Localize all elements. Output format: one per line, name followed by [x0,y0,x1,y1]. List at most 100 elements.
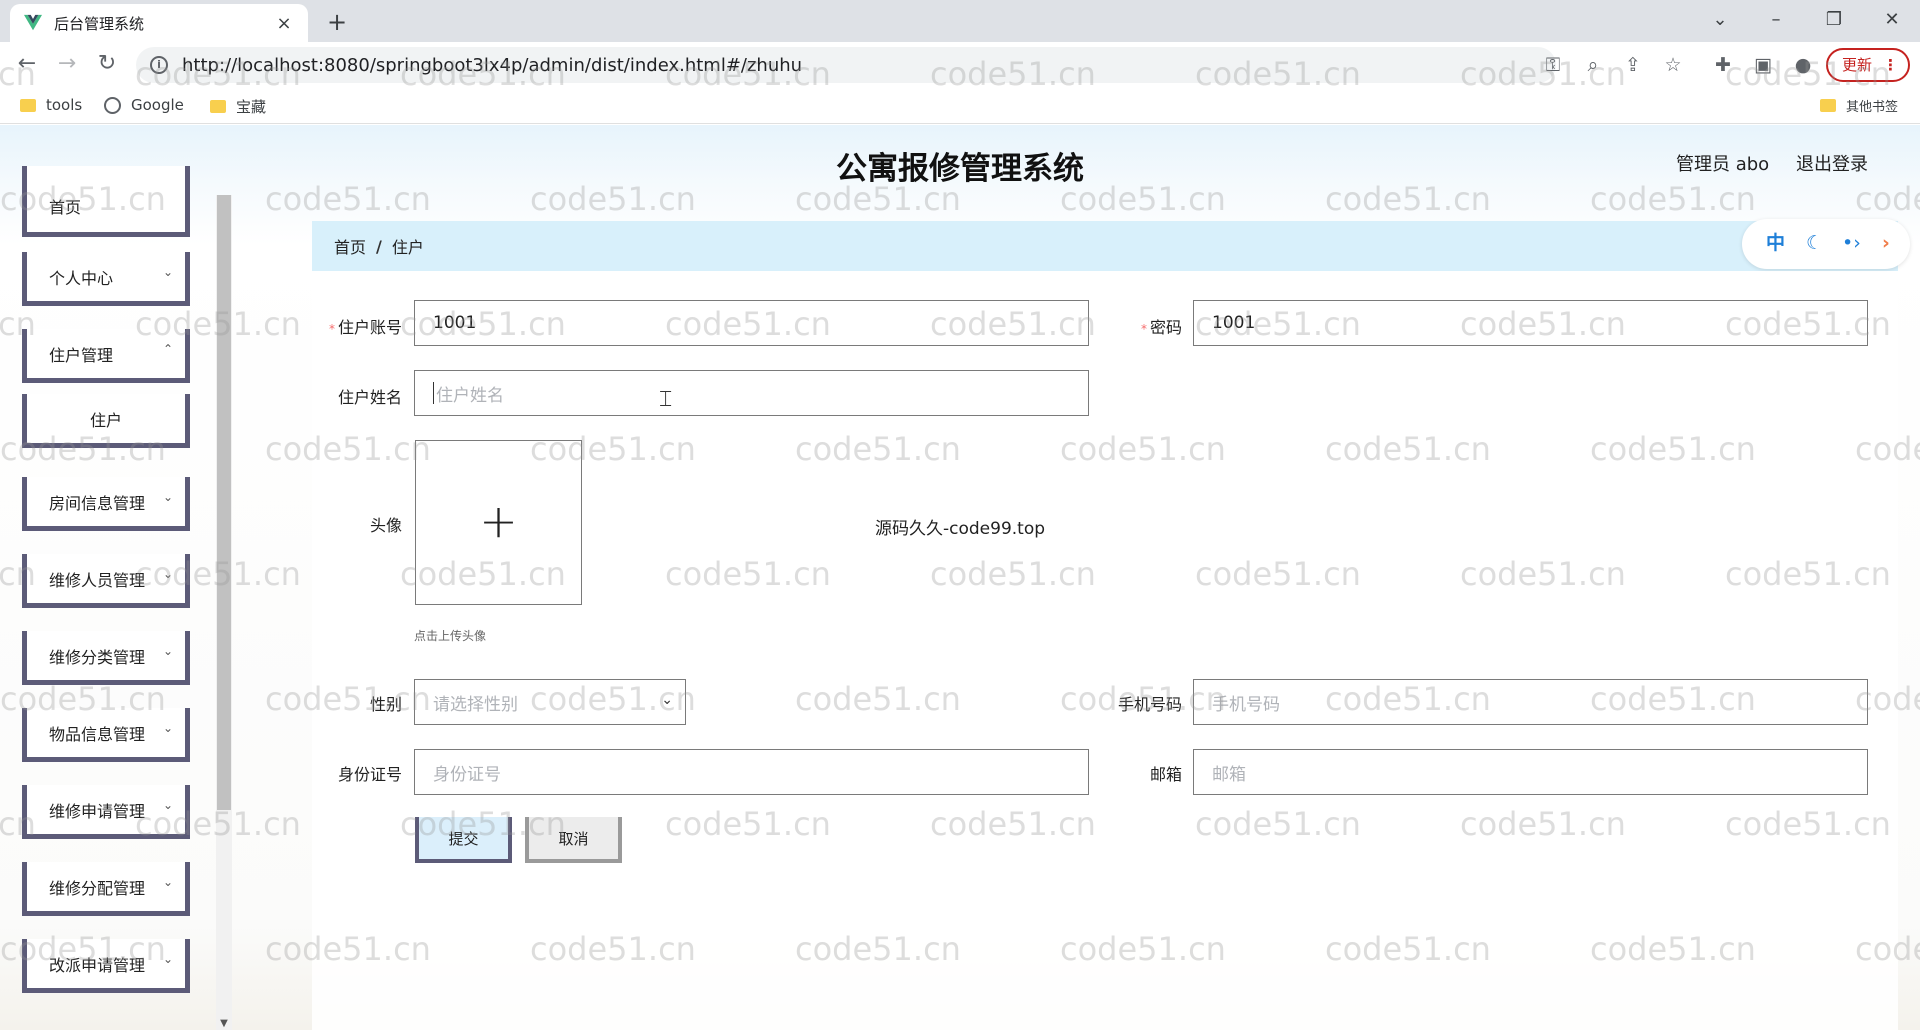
profile-icon[interactable]: ● [1790,52,1816,78]
sidebar-item-label: 首页 [49,198,82,217]
chevron-down-icon: ⌄ [162,265,173,279]
sidebar-item-room-info[interactable]: 房间信息管理 ⌄ [22,477,190,531]
sidebar-item-resident-mgmt[interactable]: 住户管理 ⌃ [22,329,190,383]
globe-icon [104,96,121,114]
password-label-text: 密码 [1149,318,1182,337]
email-input[interactable]: 邮箱 [1193,749,1868,795]
sidebar-item-item-info[interactable]: 物品信息管理 ⌄ [22,708,190,762]
tab-title: 后台管理系统 [54,14,145,33]
sidebar-item-personal-center[interactable]: 个人中心 ⌄ [22,252,190,306]
language-toggle[interactable]: 中 [1766,231,1785,255]
moon-icon[interactable]: ☾ [1806,231,1823,255]
submit-button[interactable]: 提交 [415,817,512,863]
password-input[interactable]: 1001 [1193,300,1868,346]
address-bar[interactable]: i http://localhost:8080/springboot3lx4p/… [136,47,1556,83]
chevron-down-icon: ⌄ [162,798,173,812]
email-label: 邮箱 [1149,765,1182,784]
menu-dots-icon[interactable]: ⋮ [1883,50,1898,80]
page-title: 公寓报修管理系统 [836,151,1084,187]
zoom-icon[interactable]: ⌕ [1580,52,1606,78]
chevron-down-icon: ⌄ [162,952,173,966]
quote-icon[interactable]: •› [1842,231,1861,255]
chevron-down-icon: ⌄ [162,644,173,658]
chevron-down-icon: ⌄ [162,721,173,735]
key-icon[interactable]: ⚿ [1540,52,1566,78]
logout-link[interactable]: 退出登录 [1796,150,1868,176]
ibeam-cursor-icon: ⌶ [659,387,673,412]
sidebar-item-label: 物品信息管理 [49,724,146,744]
bookmark-label: Google [131,96,184,114]
tab-close-icon[interactable]: × [274,13,294,34]
required-mark: * [1140,322,1147,336]
sidebar-scrollbar[interactable]: ▼ [216,195,232,1030]
chevron-down-icon: ⌄ [162,490,173,504]
browser-tab[interactable]: 后台管理系统 × [10,4,308,42]
phone-label: 手机号码 [1117,695,1182,714]
info-icon[interactable]: i [150,56,168,74]
browser-toolbar: ← → ↻ i http://localhost:8080/springboot… [0,42,1920,88]
bookmark-label: tools [46,96,83,114]
sidebar-subitem-resident[interactable]: 住户 [22,394,190,448]
idcard-input[interactable]: 身份证号 [414,749,1089,795]
minimize-icon[interactable]: – [1756,6,1796,34]
folder-icon [20,98,36,112]
breadcrumb: 首页 / 住户 [312,221,1898,271]
avatar-upload[interactable]: + [415,440,582,605]
sidebar: 首页 个人中心 ⌄ 住户管理 ⌃ 住户 房间信息管理 ⌄ 维修人员管理 ⌄ 维修… [0,166,216,1030]
tab-search-icon[interactable]: ⌄ [1700,6,1740,34]
chevron-down-icon: ⌄ [162,567,173,581]
account-label: * 住户账号 [282,314,402,338]
plus-icon: + [479,494,518,548]
forward-icon[interactable]: → [52,50,82,80]
back-icon[interactable]: ← [12,50,42,80]
sidebar-item-label: 维修分类管理 [49,647,146,667]
chevron-right-icon[interactable]: › [1882,231,1890,255]
idcard-label: 身份证号 [337,765,402,784]
side-panel-icon[interactable]: ▣ [1750,52,1776,78]
chevron-up-icon: ⌃ [162,342,173,356]
url-text[interactable]: http://localhost:8080/springboot3lx4p/ad… [182,55,802,76]
bookmark-other[interactable]: 其他书签 [1820,96,1898,115]
gender-placeholder: 请选择性别 [433,694,518,715]
breadcrumb-home[interactable]: 首页 [334,234,366,258]
sidebar-item-label: 维修申请管理 [49,801,146,821]
account-input[interactable]: 1001 [414,300,1089,346]
sidebar-item-repair-assign[interactable]: 维修分配管理 ⌄ [22,862,190,916]
extensions-icon[interactable]: ✚ [1710,52,1736,78]
sidebar-item-reassign-request[interactable]: 改派申请管理 ⌄ [22,939,190,993]
gender-select[interactable]: 请选择性别 ⌄ [414,679,686,725]
reload-icon[interactable]: ↻ [92,50,122,80]
close-window-icon[interactable]: ✕ [1872,6,1912,34]
promo-text: 源码久久-code99.top [875,519,1046,539]
cancel-button[interactable]: 取消 [525,817,622,863]
text-caret [433,382,434,404]
phone-input[interactable]: 手机号码 [1193,679,1868,725]
update-button[interactable]: 更新 ⋮ [1826,48,1910,82]
bookmark-google[interactable]: Google [104,96,184,114]
bookmark-tools[interactable]: tools [20,96,82,114]
restore-icon[interactable]: ❐ [1814,6,1854,34]
name-input[interactable]: 住户姓名 [414,370,1089,416]
bookmarks-bar: tools Google 宝藏 其他书签 [0,88,1920,124]
bookmark-star-icon[interactable]: ☆ [1660,52,1686,78]
scrollbar-thumb[interactable] [217,195,231,810]
sidebar-item-label: 房间信息管理 [49,493,146,513]
required-mark: * [328,322,335,336]
sidebar-item-home[interactable]: 首页 [22,166,190,237]
avatar-label: 头像 [369,516,402,535]
bookmark-treasure[interactable]: 宝藏 [210,96,266,117]
account-label-text: 住户账号 [337,318,402,337]
sidebar-item-label: 改派申请管理 [49,955,146,975]
sidebar-item-label: 个人中心 [49,268,114,288]
folder-icon [1820,99,1836,112]
new-tab-button[interactable]: + [322,8,352,38]
scroll-down-arrow-icon[interactable]: ▼ [216,1018,232,1029]
sidebar-item-repair-staff[interactable]: 维修人员管理 ⌄ [22,554,190,608]
floating-toolbar: 中 ☾ •› › [1742,219,1910,269]
update-label: 更新 [1842,56,1873,74]
share-icon[interactable]: ⇪ [1620,52,1646,78]
sidebar-item-repair-category[interactable]: 维修分类管理 ⌄ [22,631,190,685]
bookmark-label: 其他书签 [1846,100,1899,115]
password-label: * 密码 [1062,314,1182,338]
sidebar-item-repair-request[interactable]: 维修申请管理 ⌄ [22,785,190,839]
